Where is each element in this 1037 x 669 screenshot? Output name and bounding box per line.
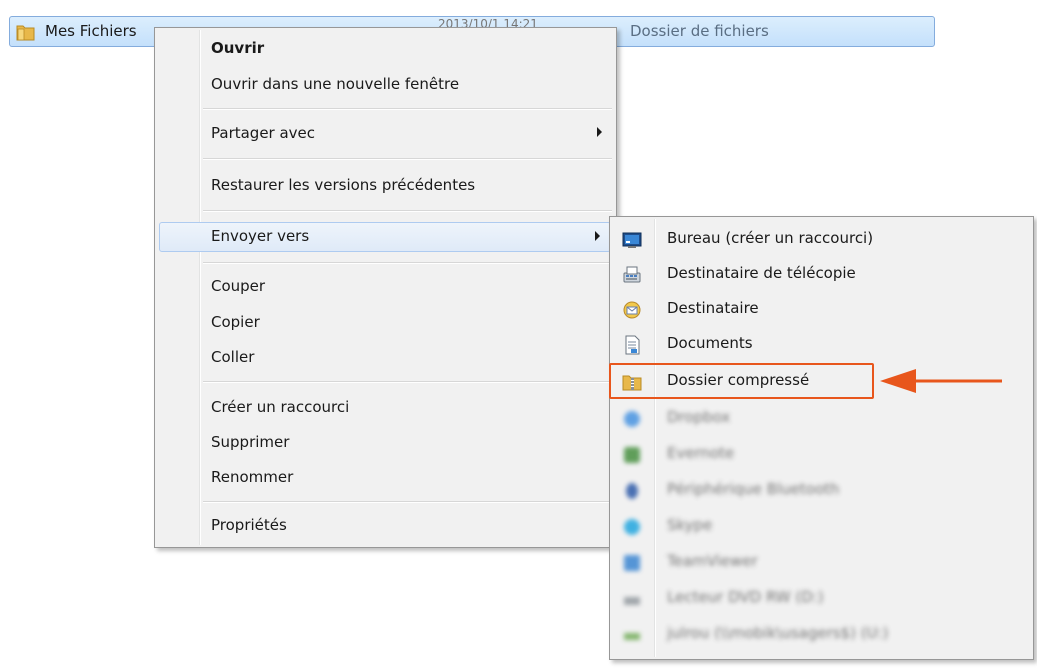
submenu-item-label: Périphérique Bluetooth bbox=[667, 480, 840, 498]
annotation-highlight-box bbox=[609, 363, 874, 399]
submenu-item-label: julrou (\\mobik\usagers$) (U:) bbox=[667, 624, 889, 642]
menu-item-properties[interactable]: Propriétés bbox=[155, 511, 616, 541]
menu-item-label: Couper bbox=[211, 277, 266, 295]
submenu-item-fax[interactable]: Destinataire de télécopie bbox=[610, 256, 1033, 292]
submenu-item-network-drive[interactable]: julrou (\\mobik\usagers$) (U:) bbox=[610, 616, 1033, 652]
skype-icon bbox=[622, 517, 642, 537]
submenu-item-label: Destinataire de télécopie bbox=[667, 264, 856, 282]
menu-item-open-new-window[interactable]: Ouvrir dans une nouvelle fenêtre bbox=[155, 70, 616, 100]
menu-item-restore-versions[interactable]: Restaurer les versions précédentes bbox=[155, 171, 616, 201]
desktop-icon bbox=[622, 230, 642, 250]
menu-item-send-to[interactable]: Envoyer vers bbox=[159, 222, 611, 252]
submenu-arrow-icon bbox=[597, 127, 602, 137]
submenu-item-label: Bureau (créer un raccourci) bbox=[667, 229, 874, 247]
evernote-icon bbox=[622, 445, 642, 465]
menu-item-open[interactable]: Ouvrir bbox=[155, 34, 616, 64]
menu-item-label: Partager avec bbox=[211, 124, 316, 142]
menu-separator bbox=[203, 108, 612, 110]
menu-item-label: Ouvrir dans une nouvelle fenêtre bbox=[211, 75, 460, 93]
submenu-item-mail-recipient[interactable]: Destinataire bbox=[610, 291, 1033, 327]
submenu-item-evernote[interactable]: Evernote bbox=[610, 436, 1033, 472]
submenu-item-dvd-drive[interactable]: Lecteur DVD RW (D:) bbox=[610, 580, 1033, 616]
menu-item-create-shortcut[interactable]: Créer un raccourci bbox=[155, 393, 616, 423]
menu-item-label: Coller bbox=[211, 348, 255, 366]
folder-icon bbox=[16, 23, 36, 41]
submenu-item-documents[interactable]: Documents bbox=[610, 326, 1033, 362]
send-to-submenu: Bureau (créer un raccourci) Destinataire… bbox=[609, 216, 1034, 660]
dvd-drive-icon bbox=[622, 589, 642, 609]
menu-item-rename[interactable]: Renommer bbox=[155, 463, 616, 493]
submenu-item-label: Lecteur DVD RW (D:) bbox=[667, 588, 824, 606]
documents-icon bbox=[622, 335, 642, 355]
submenu-arrow-icon bbox=[595, 231, 600, 241]
menu-item-cut[interactable]: Couper bbox=[155, 272, 616, 302]
menu-item-copy[interactable]: Copier bbox=[155, 308, 616, 338]
menu-item-label: Envoyer vers bbox=[211, 227, 310, 245]
submenu-item-bluetooth[interactable]: Périphérique Bluetooth bbox=[610, 472, 1033, 508]
network-drive-icon bbox=[622, 625, 642, 645]
menu-item-label: Propriétés bbox=[211, 516, 287, 534]
submenu-item-label: Evernote bbox=[667, 444, 735, 462]
submenu-item-teamviewer[interactable]: TeamViewer bbox=[610, 544, 1033, 580]
menu-item-label: Créer un raccourci bbox=[211, 398, 350, 416]
menu-item-delete[interactable]: Supprimer bbox=[155, 428, 616, 458]
context-menu: Ouvrir Ouvrir dans une nouvelle fenêtre … bbox=[154, 27, 617, 548]
menu-item-label: Renommer bbox=[211, 468, 294, 486]
dropbox-icon bbox=[622, 409, 642, 429]
menu-separator bbox=[203, 381, 612, 383]
submenu-item-label: Skype bbox=[667, 516, 713, 534]
menu-item-label: Restaurer les versions précédentes bbox=[211, 176, 476, 194]
submenu-item-skype[interactable]: Skype bbox=[610, 508, 1033, 544]
annotation-arrow-icon bbox=[880, 369, 1002, 393]
submenu-item-label: TeamViewer bbox=[667, 552, 758, 570]
menu-item-share-with[interactable]: Partager avec bbox=[155, 119, 616, 149]
file-name: Mes Fichiers bbox=[45, 22, 137, 40]
menu-item-label: Copier bbox=[211, 313, 260, 331]
menu-separator bbox=[203, 158, 612, 160]
menu-separator bbox=[203, 262, 612, 264]
bluetooth-icon bbox=[622, 481, 642, 501]
fax-icon bbox=[622, 265, 642, 285]
mail-recipient-icon bbox=[622, 300, 642, 320]
submenu-item-label: Dropbox bbox=[667, 408, 731, 426]
submenu-item-desktop[interactable]: Bureau (créer un raccourci) bbox=[610, 221, 1033, 257]
teamviewer-icon bbox=[622, 553, 642, 573]
menu-separator bbox=[203, 501, 612, 503]
menu-item-label: Ouvrir bbox=[211, 39, 265, 57]
submenu-item-label: Destinataire bbox=[667, 299, 759, 317]
menu-item-label: Supprimer bbox=[211, 433, 290, 451]
menu-item-paste[interactable]: Coller bbox=[155, 343, 616, 373]
submenu-item-label: Documents bbox=[667, 334, 753, 352]
submenu-item-dropbox[interactable]: Dropbox bbox=[610, 400, 1033, 436]
file-type: Dossier de fichiers bbox=[630, 22, 769, 40]
menu-separator bbox=[203, 210, 612, 212]
